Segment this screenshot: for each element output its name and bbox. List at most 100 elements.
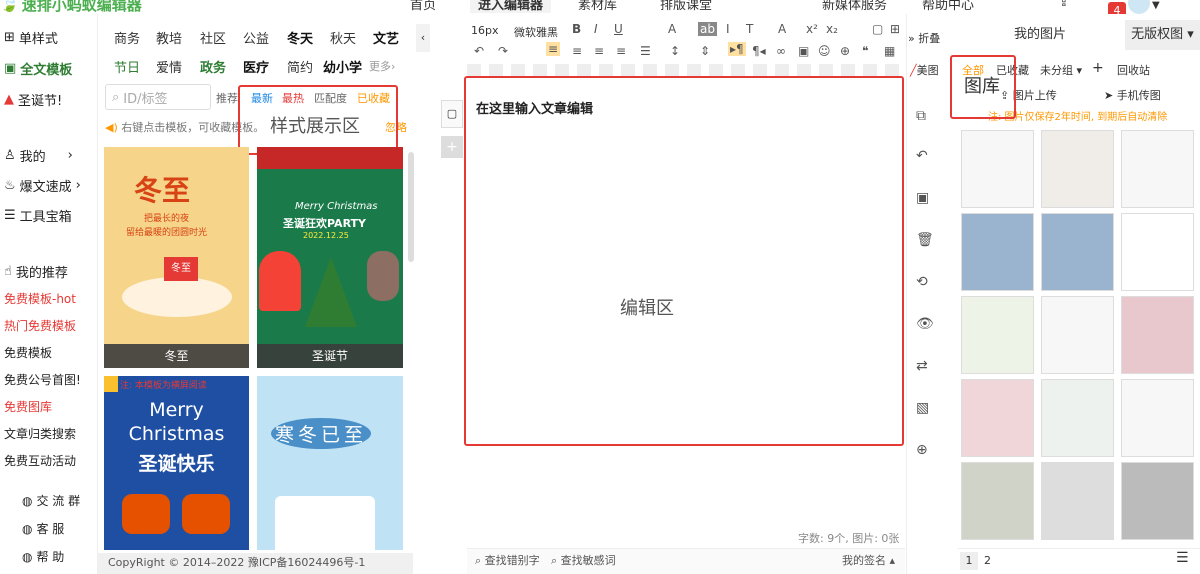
globe-icon[interactable]: ⊕ <box>840 44 850 58</box>
spacing-icon[interactable]: ⇕ <box>700 44 710 58</box>
subscript-icon[interactable]: x₂ <box>826 22 838 36</box>
category-more[interactable]: 更多› <box>369 58 395 74</box>
ltr-icon[interactable]: ▸¶ <box>728 42 746 56</box>
swap-icon[interactable]: ⇄ <box>916 358 928 374</box>
category-government[interactable]: 政务 <box>200 57 226 76</box>
sidebar-item-mine[interactable]: ♙ 我的 › <box>4 146 73 165</box>
italic-icon[interactable]: I <box>594 22 598 36</box>
align-right-icon[interactable]: ≡ <box>594 44 604 58</box>
add-page-icon[interactable]: + <box>441 136 463 158</box>
underline-icon[interactable]: U <box>614 22 623 36</box>
category-winter[interactable]: 冬天 <box>287 28 313 47</box>
page-icon[interactable]: ▢ <box>441 100 463 128</box>
tab-my-images[interactable]: 我的图片 <box>955 20 1125 50</box>
search-input[interactable]: ⌕ ID/标签 <box>105 84 211 110</box>
tab-recommend[interactable]: 推荐 <box>216 90 238 106</box>
gallery-thumb[interactable] <box>961 379 1034 457</box>
tab-copyright-free[interactable]: 无版权图 ▾ <box>1125 20 1200 50</box>
page-2[interactable]: 2 <box>984 552 991 570</box>
sidebar-link-category-search[interactable]: 文章归类搜索 <box>4 425 76 442</box>
sidebar-item-hot-article[interactable]: ♨ 爆文速成 › <box>4 176 81 195</box>
sidebar-item-single-style[interactable]: ⊞ 单样式 <box>4 28 58 47</box>
gallery-thumb[interactable] <box>1041 462 1114 540</box>
collapse-panel-icon[interactable]: ‹ <box>416 24 430 52</box>
image-icon[interactable]: ▣ <box>798 44 809 58</box>
background-color-icon[interactable]: ab <box>698 22 717 36</box>
editor-content[interactable]: 在这里输入文章编辑 <box>476 98 593 117</box>
category-school[interactable]: 幼小学 <box>323 57 362 76</box>
toolbar-row-3[interactable] <box>467 64 905 76</box>
sidebar-link-free-gallery[interactable]: 免费图库 <box>4 398 52 415</box>
find-typo-button[interactable]: ⌕ 查找错别字 <box>475 552 540 568</box>
sidebar-link-cover[interactable]: 免费公号首图! <box>4 371 81 388</box>
category-medical[interactable]: 医疗 <box>243 57 269 76</box>
font-color-icon[interactable]: A <box>668 22 676 36</box>
history-icon[interactable]: ⟲ <box>916 274 928 290</box>
align-center-icon[interactable]: ≡ <box>572 44 582 58</box>
superscript-icon[interactable]: x² <box>806 22 818 36</box>
category-community[interactable]: 社区 <box>200 28 226 47</box>
grid-icon[interactable]: ▦ <box>884 44 895 58</box>
gallery-thumb[interactable] <box>961 462 1034 540</box>
gallery-thumb[interactable] <box>1041 379 1114 457</box>
gallery-thumb[interactable] <box>1121 130 1194 208</box>
sidebar-link-hot-free[interactable]: 热门免费模板 <box>4 317 76 334</box>
signature-button[interactable]: 我的签名 ▴ <box>842 552 895 568</box>
fold-button[interactable]: » 折叠 <box>908 30 940 46</box>
gallery-thumb[interactable] <box>1121 379 1194 457</box>
undo-icon[interactable]: ↶ <box>916 148 928 164</box>
image-icon[interactable]: ▧ <box>916 400 929 416</box>
category-love[interactable]: 爱情 <box>156 57 182 76</box>
sidebar-link-free-hot[interactable]: 免费模板-hot <box>4 290 76 307</box>
category-art[interactable]: 文艺 <box>373 28 399 47</box>
copy-icon[interactable]: ⧉ <box>916 108 926 124</box>
nav-editor[interactable]: 进入编辑器 <box>470 0 552 13</box>
template-card-winter-solstice[interactable]: 冬至 把最长的夜 留给最暖的团圆时光 冬至 冬至 <box>104 147 249 368</box>
gallery-thumb[interactable] <box>1121 462 1194 540</box>
redo-icon[interactable]: ↷ <box>498 44 508 58</box>
gallery-thumb[interactable] <box>1121 213 1194 291</box>
category-festival[interactable]: 节日 <box>114 57 140 76</box>
gallery-thumb[interactable] <box>1041 130 1114 208</box>
bold-icon[interactable]: B <box>572 22 581 36</box>
gallery-thumb[interactable] <box>961 130 1034 208</box>
meitu-button[interactable]: ╱美图 <box>910 62 939 78</box>
sidebar-item-help[interactable]: ◍ 帮 助 <box>22 548 64 565</box>
gallery-thumb[interactable] <box>961 213 1034 291</box>
rtl-icon[interactable]: ¶◂ <box>752 44 766 58</box>
gallery-thumb[interactable] <box>1041 213 1114 291</box>
align-justify-icon[interactable]: ≡ <box>616 44 626 58</box>
sidebar-link-activity[interactable]: 免费互动活动 <box>4 452 76 469</box>
trash-icon[interactable]: 🗑 <box>916 232 934 248</box>
link-icon[interactable]: ∞ <box>776 44 786 58</box>
sidebar-item-christmas[interactable]: ▲ 圣诞节! <box>4 90 62 109</box>
nav-help[interactable]: 帮助中心 <box>922 0 974 13</box>
find-sensitive-button[interactable]: ⌕ 查找敏感词 <box>551 552 616 568</box>
font-family-select[interactable]: 微软雅黑 <box>514 24 558 40</box>
nav-materials[interactable]: 素材库 <box>578 0 617 13</box>
share-icon[interactable]: ⇪ <box>1058 0 1070 10</box>
page-icon[interactable]: ▢ <box>872 22 883 36</box>
template-card-winter-arrived[interactable]: 寒冬已至 <box>257 376 403 550</box>
nav-media[interactable]: 新媒体服务 <box>822 0 887 13</box>
filter-ungrouped[interactable]: 未分组 ▾ <box>1040 62 1082 78</box>
save-icon[interactable]: ▣ <box>916 190 929 206</box>
table-icon[interactable]: ⊞ <box>890 22 900 36</box>
page-1[interactable]: 1 <box>960 552 978 570</box>
add-group-icon[interactable]: + <box>1092 60 1104 76</box>
gallery-thumb[interactable] <box>1121 296 1194 374</box>
sidebar-link-free-template[interactable]: 免费模板 <box>4 344 52 361</box>
undo-icon[interactable]: ↶ <box>474 44 484 58</box>
sidebar-item-recommend[interactable]: ☝ 我的推荐 <box>4 262 68 281</box>
sidebar-item-group[interactable]: ◍ 交 流 群 <box>22 492 80 509</box>
category-autumn[interactable]: 秋天 <box>330 28 356 47</box>
gallery-thumb[interactable] <box>1041 296 1114 374</box>
zoom-icon[interactable]: ⊕ <box>916 442 928 458</box>
font-size-select[interactable]: 16px <box>471 24 499 37</box>
category-charity[interactable]: 公益 <box>243 28 269 47</box>
brand-logo[interactable]: 🍃 速排小蚂蚁编辑器 <box>0 0 142 14</box>
sidebar-item-toolbox[interactable]: ☰ 工具宝箱 <box>4 206 72 225</box>
category-education[interactable]: 教培 <box>156 28 182 47</box>
avatar[interactable] <box>1128 0 1150 14</box>
gallery-thumb[interactable] <box>961 296 1034 374</box>
